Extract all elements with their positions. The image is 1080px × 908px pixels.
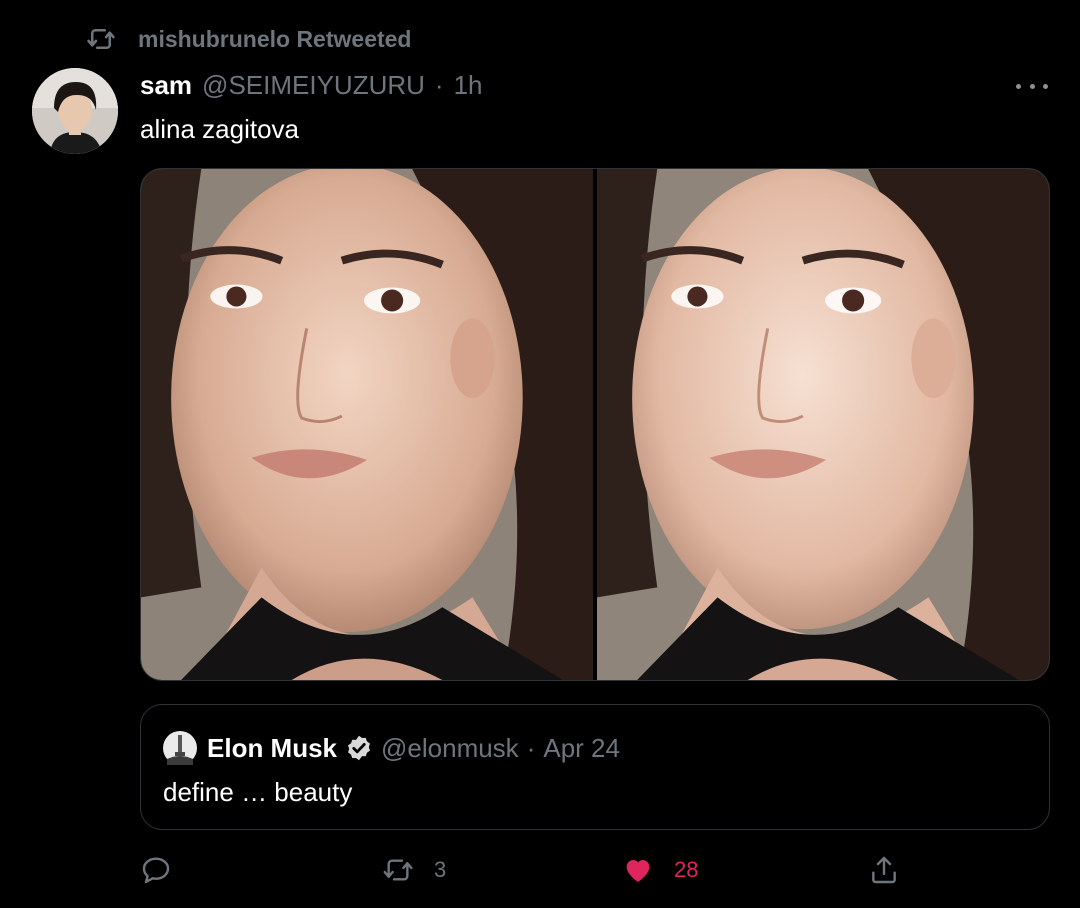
more-dots-icon[interactable]: [1016, 76, 1048, 96]
quoted-author-name: Elon Musk: [207, 732, 338, 763]
retweet-count: 3: [434, 857, 447, 882]
quoted-tweet[interactable]: Elon Musk @elonmusk · Apr 24 define … be…: [140, 704, 1050, 830]
tweet-card[interactable]: mishubrunelo Retweeted sam @SEIMEIYUZURU…: [0, 0, 1080, 908]
tweet-media: [140, 168, 1050, 681]
author-name[interactable]: sam: [140, 70, 192, 101]
header-separator: ·: [434, 70, 444, 100]
retweet-context-label: mishubrunelo Retweeted: [138, 25, 412, 52]
tweet-header: sam @SEIMEIYUZURU · 1h: [140, 70, 483, 104]
quoted-tweet-header: Elon Musk @elonmusk · Apr 24: [163, 731, 620, 765]
retweet-icon: [86, 24, 116, 54]
share-button[interactable]: [868, 848, 900, 892]
avatar[interactable]: [32, 68, 118, 154]
like-button[interactable]: 28: [622, 848, 698, 892]
like-count: 28: [674, 857, 699, 882]
quoted-avatar: [163, 731, 197, 765]
photo-left[interactable]: [141, 169, 593, 680]
reply-button[interactable]: [140, 848, 192, 892]
quoted-tweet-text: define … beauty: [163, 777, 353, 807]
retweet-button[interactable]: 3: [382, 848, 446, 892]
retweet-context[interactable]: mishubrunelo Retweeted: [86, 24, 411, 54]
share-icon: [868, 854, 900, 886]
action-bar: 3 28: [140, 848, 1050, 892]
quoted-author-handle: @elonmusk: [381, 732, 519, 763]
tweet-text: alina zagitova: [140, 114, 299, 144]
author-handle[interactable]: @SEIMEIYUZURU: [202, 70, 425, 101]
verified-badge-icon: [345, 734, 373, 762]
photo-right[interactable]: [597, 169, 1049, 680]
tweet-time[interactable]: 1h: [454, 70, 483, 101]
quoted-separator: ·: [526, 732, 536, 763]
retweet-icon: [382, 854, 414, 886]
heart-icon: [622, 854, 654, 886]
reply-icon: [140, 854, 172, 886]
quoted-date: Apr 24: [543, 732, 620, 763]
